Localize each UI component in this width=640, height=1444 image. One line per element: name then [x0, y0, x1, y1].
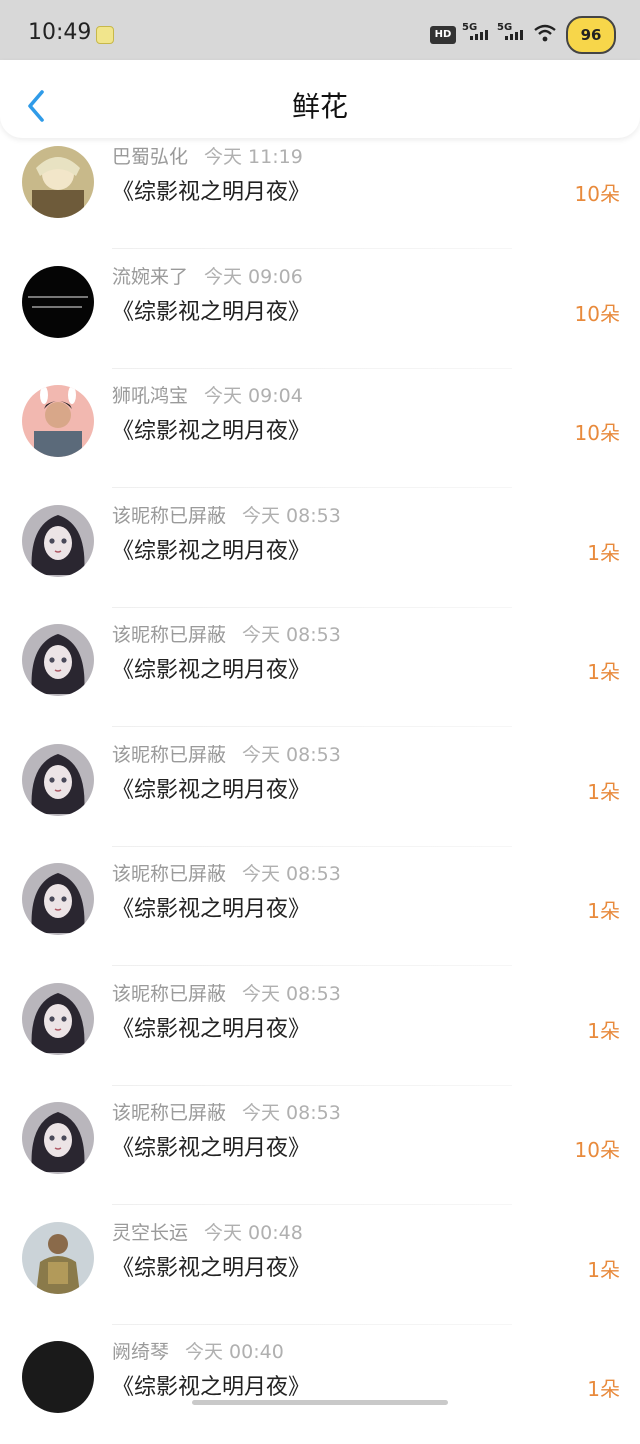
avatar[interactable]	[22, 982, 94, 1055]
gift-time: 今天 08:53	[242, 624, 341, 646]
user-name-text: 该昵称已屏蔽	[112, 504, 227, 527]
gift-time: 今天 00:48	[204, 1221, 303, 1244]
avatar[interactable]	[22, 504, 94, 577]
gift-time: 今天 08:53	[242, 504, 341, 527]
flower-amount: 1朵	[587, 1377, 620, 1401]
flower-amount: 1朵	[587, 540, 620, 565]
list-item[interactable]: 该昵称已屏蔽 今天 08:53 《综影视之明月夜》 1朵	[0, 847, 640, 966]
avatar[interactable]	[22, 146, 94, 218]
flower-amount: 10朵	[574, 301, 620, 326]
book-title[interactable]: 《综影视之明月夜》	[112, 652, 310, 684]
gift-time: 今天 11:19	[204, 146, 303, 168]
user-name-text: 巴蜀弘化	[112, 146, 189, 168]
book-title[interactable]: 《综影视之明月夜》	[112, 891, 310, 923]
book-title[interactable]: 《综影视之明月夜》	[112, 1369, 310, 1401]
book-title[interactable]: 《综影视之明月夜》	[112, 1011, 310, 1043]
gift-time: 今天 09:04	[204, 385, 303, 407]
flower-amount: 1朵	[587, 1018, 620, 1043]
book-title[interactable]: 《综影视之明月夜》	[112, 294, 310, 326]
book-title[interactable]: 《综影视之明月夜》	[112, 772, 310, 804]
app-header: 鲜花	[0, 60, 640, 138]
user-name[interactable]: 巴蜀弘化 今天 11:19	[112, 142, 303, 169]
flower-amount: 1朵	[587, 899, 620, 923]
flower-amount: 1朵	[587, 1257, 620, 1282]
hd-voice-icon: HD	[430, 26, 456, 44]
book-title[interactable]: 《综影视之明月夜》	[112, 1130, 310, 1162]
avatar[interactable]	[22, 265, 94, 338]
user-name[interactable]: 阙绮琴 今天 00:40	[112, 1337, 284, 1364]
flower-amount: 1朵	[587, 660, 620, 684]
book-title[interactable]: 《综影视之明月夜》	[112, 413, 310, 445]
user-name[interactable]: 狮吼鸿宝 今天 09:04	[112, 381, 303, 408]
page-title: 鲜花	[291, 90, 348, 123]
gift-time: 今天 08:53	[242, 863, 341, 885]
user-name[interactable]: 该昵称已屏蔽 今天 08:53	[112, 1098, 341, 1125]
wifi-icon	[534, 24, 556, 42]
list-item[interactable]: 狮吼鸿宝 今天 09:04 《综影视之明月夜》 10朵	[0, 369, 640, 488]
battery-icon: 96	[566, 16, 616, 54]
list-item[interactable]: 该昵称已屏蔽 今天 08:53 《综影视之明月夜》 10朵	[0, 1086, 640, 1205]
avatar[interactable]	[22, 743, 94, 816]
home-indicator[interactable]	[192, 1400, 448, 1405]
gift-time: 今天 08:53	[242, 982, 341, 1005]
user-name-text: 该昵称已屏蔽	[112, 982, 227, 1005]
user-name[interactable]: 该昵称已屏蔽 今天 08:53	[112, 859, 341, 886]
flower-amount: 10朵	[574, 421, 620, 445]
list-item[interactable]: 流婉来了 今天 09:06 《综影视之明月夜》 10朵	[0, 250, 640, 369]
status-bar: 10:49 HD 5G 5G 96	[0, 0, 640, 60]
user-name-text: 该昵称已屏蔽	[112, 743, 227, 766]
user-name-text: 该昵称已屏蔽	[112, 624, 227, 646]
cell-signal-icon	[470, 30, 488, 40]
list-item[interactable]: 该昵称已屏蔽 今天 08:53 《综影视之明月夜》 1朵	[0, 608, 640, 727]
gift-time: 今天 09:06	[204, 265, 303, 288]
flower-amount: 10朵	[574, 1138, 620, 1162]
avatar[interactable]	[22, 1221, 94, 1294]
flower-amount: 10朵	[574, 182, 620, 206]
avatar[interactable]	[22, 1341, 94, 1413]
user-name-text: 阙绮琴	[112, 1341, 170, 1363]
user-name[interactable]: 该昵称已屏蔽 今天 08:53	[112, 620, 341, 647]
flower-amount: 1朵	[587, 779, 620, 804]
book-title[interactable]: 《综影视之明月夜》	[112, 1250, 310, 1282]
book-title[interactable]: 《综影视之明月夜》	[112, 533, 310, 565]
user-name[interactable]: 该昵称已屏蔽 今天 08:53	[112, 979, 341, 1006]
avatar[interactable]	[22, 385, 94, 457]
avatar[interactable]	[22, 624, 94, 696]
list-item[interactable]: 该昵称已屏蔽 今天 08:53 《综影视之明月夜》 1朵	[0, 489, 640, 608]
user-name-text: 流婉来了	[112, 265, 189, 288]
cell-signal-icon	[505, 30, 523, 40]
gift-time: 今天 08:53	[242, 743, 341, 766]
gift-time: 今天 00:40	[185, 1341, 284, 1363]
list-item[interactable]: 巴蜀弘化 今天 11:19 《综影视之明月夜》 10朵	[0, 130, 640, 249]
user-name-text: 该昵称已屏蔽	[112, 863, 227, 885]
user-name[interactable]: 流婉来了 今天 09:06	[112, 262, 303, 289]
user-name-text: 灵空长运	[112, 1221, 189, 1244]
list-item[interactable]: 阙绮琴 今天 00:40 《综影视之明月夜》 1朵	[0, 1325, 640, 1444]
gift-time: 今天 08:53	[242, 1102, 341, 1124]
avatar[interactable]	[22, 863, 94, 935]
user-name-text: 狮吼鸿宝	[112, 385, 189, 407]
app-notification-icon	[96, 26, 114, 44]
book-title[interactable]: 《综影视之明月夜》	[112, 174, 310, 206]
list-item[interactable]: 灵空长运 今天 00:48 《综影视之明月夜》 1朵	[0, 1206, 640, 1325]
user-name[interactable]: 该昵称已屏蔽 今天 08:53	[112, 740, 341, 767]
avatar[interactable]	[22, 1102, 94, 1174]
list-item[interactable]: 该昵称已屏蔽 今天 08:53 《综影视之明月夜》 1朵	[0, 728, 640, 847]
status-time: 10:49	[28, 20, 92, 45]
user-name-text: 该昵称已屏蔽	[112, 1102, 227, 1124]
user-name[interactable]: 该昵称已屏蔽 今天 08:53	[112, 501, 341, 528]
list-item[interactable]: 该昵称已屏蔽 今天 08:53 《综影视之明月夜》 1朵	[0, 967, 640, 1086]
user-name[interactable]: 灵空长运 今天 00:48	[112, 1218, 303, 1245]
